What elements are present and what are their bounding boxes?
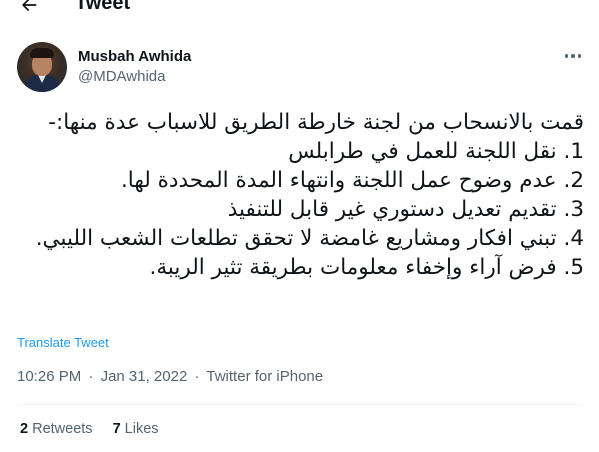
more-button[interactable] [560,46,586,66]
meta-separator: · [88,368,94,385]
more-icon [564,54,569,58]
likes-label: Likes [124,421,159,437]
tweet-text: قمت بالانسحاب من لجنة خارطة الطريق للاسب… [14,108,584,282]
tweet-line: 5. فرض آراء وإخفاء معلومات بطريقة تثير ا… [149,255,584,280]
page-title: Tweet [75,0,131,14]
author-handle[interactable]: @MDAwhida [78,68,165,85]
retweets-label: Retweets [32,421,93,437]
divider [17,404,583,405]
author-name[interactable]: Musbah Awhida [78,48,191,65]
tweet-line: قمت بالانسحاب من لجنة خارطة الطريق للاسب… [48,110,584,135]
tweet-stats: 2 Retweets 7 Likes [20,421,159,437]
translate-tweet-link[interactable]: Translate Tweet [17,335,109,350]
tweet-line: 3. تقديم تعديل دستوري غير قابل للتنفيذ [227,197,584,222]
avatar[interactable] [17,42,67,92]
tweet-time[interactable]: 10:26 PM [17,368,81,385]
likes-stat[interactable]: 7 Likes [113,421,159,437]
more-icon-dot [577,54,582,58]
retweets-stat[interactable]: 2 Retweets [20,421,93,437]
top-bar: Tweet [0,0,599,22]
tweet-line: 1. نقل اللجنة للعمل في طرابلس [288,139,584,164]
retweets-count: 2 [20,421,29,437]
tweet-line: 4. تبني افكار ومشاريع غامضة لا تحقق تطلع… [35,226,584,251]
tweet-line: 2. عدم وضوح عمل اللجنة وانتهاء المدة الم… [120,168,584,193]
tweet-source[interactable]: Twitter for iPhone [206,368,323,385]
back-button[interactable] [14,0,44,20]
meta-separator: · [194,368,200,385]
tweet-meta: 10:26 PM · Jan 31, 2022 · Twitter for iP… [17,368,323,385]
tweet-page: Tweet Musbah Awhida @MDAwhida قمت بالانس… [0,0,599,452]
tweet-date[interactable]: Jan 31, 2022 [101,368,188,385]
avatar-hair [30,48,54,58]
more-icon-dot [571,54,575,58]
likes-count: 7 [112,421,121,437]
arrow-left-icon [22,0,37,11]
